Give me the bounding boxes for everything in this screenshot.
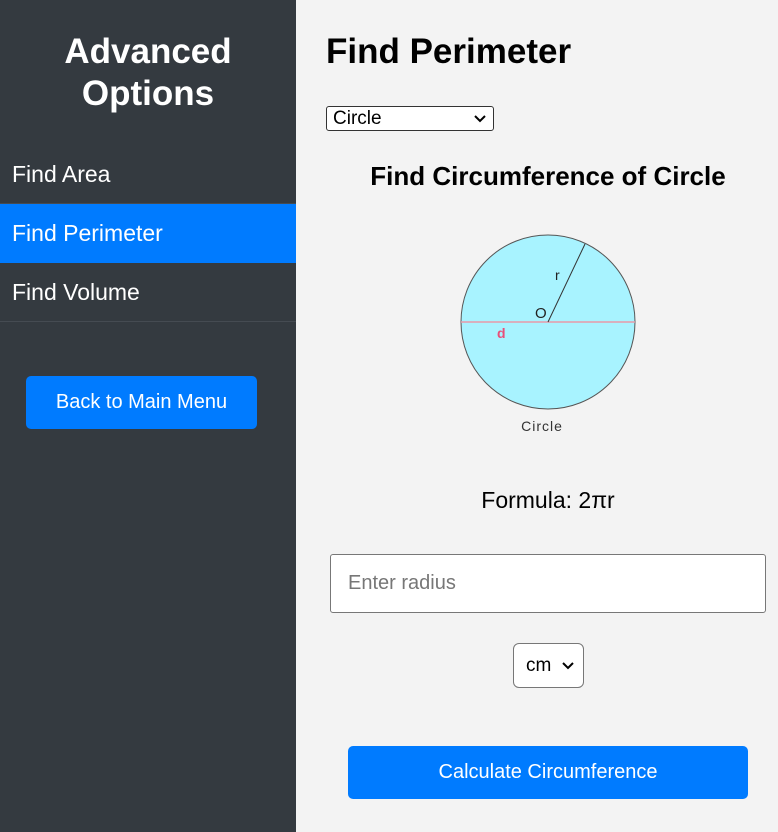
radius-label: r	[555, 267, 560, 283]
sidebar-nav: Find Area Find Perimeter Find Volume	[0, 145, 296, 322]
sidebar-title-line2: Options	[81, 74, 215, 113]
sidebar-item-label: Find Volume	[12, 279, 140, 305]
sidebar-title: Advanced Options	[0, 0, 296, 115]
page-title: Find Perimeter	[326, 32, 572, 71]
shape-select[interactable]: Circle	[326, 106, 494, 131]
diameter-label: d	[497, 325, 506, 341]
section-title: Find Circumference of Circle	[370, 161, 726, 191]
sidebar-item-label: Find Perimeter	[12, 220, 163, 246]
formula-text: Formula: 2πr	[481, 487, 615, 513]
sidebar-item-label: Find Area	[12, 161, 111, 187]
sidebar-item-find-area[interactable]: Find Area	[0, 145, 296, 204]
radius-input[interactable]	[330, 554, 766, 613]
back-to-main-menu-button[interactable]: Back to Main Menu	[26, 376, 257, 429]
center-label: O	[535, 305, 547, 322]
shape-select-value: Circle	[333, 107, 382, 129]
sidebar-title-line1: Advanced	[64, 32, 232, 71]
chevron-down-icon	[474, 114, 486, 122]
calculate-circumference-button[interactable]: Calculate Circumference	[348, 746, 748, 799]
circle-diagram: r O d Circle	[460, 234, 636, 434]
sidebar-item-find-perimeter[interactable]: Find Perimeter	[0, 204, 296, 263]
diagram-caption: Circle	[521, 418, 563, 434]
chevron-down-icon	[562, 661, 574, 669]
main-content: Find Perimeter Circle Find Circumference…	[296, 0, 778, 832]
sidebar: Advanced Options Find Area Find Perimete…	[0, 0, 296, 832]
sidebar-item-find-volume[interactable]: Find Volume	[0, 263, 296, 322]
unit-select-value: cm	[526, 654, 552, 676]
unit-select[interactable]: cm	[513, 643, 584, 688]
